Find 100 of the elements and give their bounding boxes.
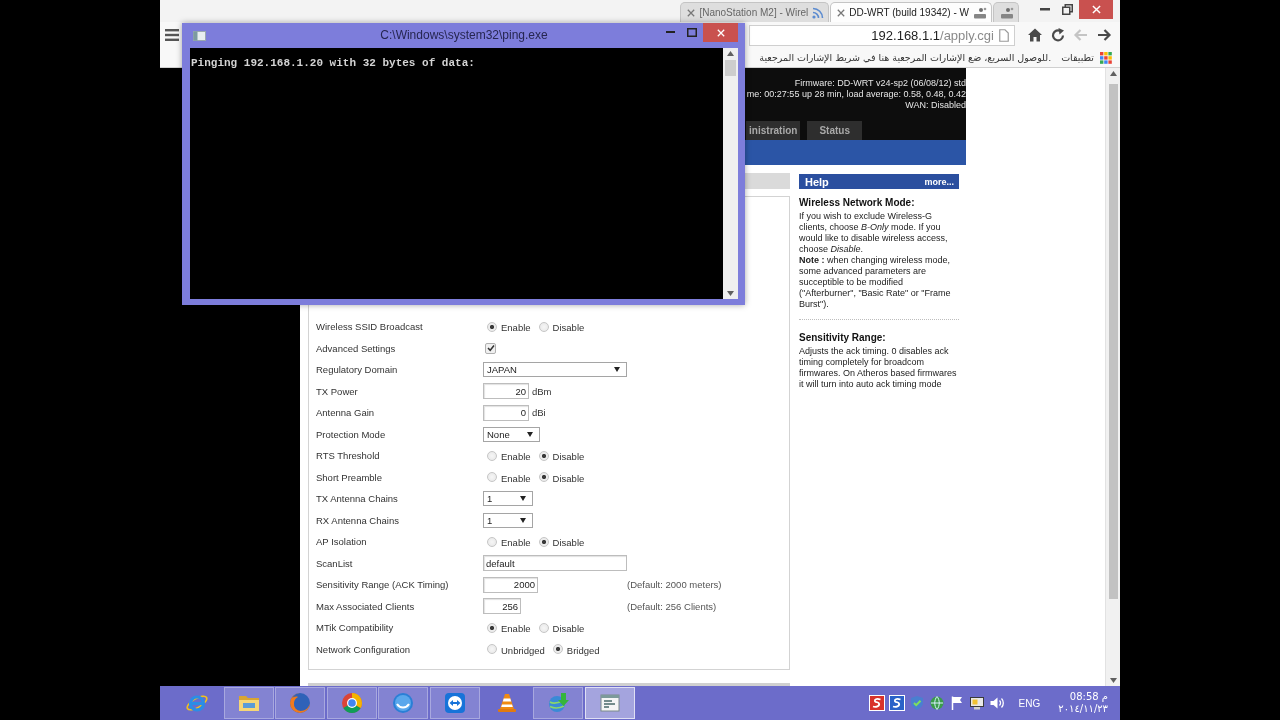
radio-button[interactable] bbox=[538, 622, 549, 633]
close-icon[interactable] bbox=[837, 8, 846, 17]
shield-check-icon[interactable] bbox=[908, 695, 925, 711]
menu-icon[interactable] bbox=[165, 29, 179, 41]
input-field[interactable]: 0 bbox=[483, 404, 529, 421]
reload-icon[interactable] bbox=[1049, 27, 1066, 43]
console-line: Pinging 192.168.1.20 with 32 bytes of data: bbox=[191, 57, 476, 70]
help-text: Adjusts the ack timing. 0 disables ack timing completely for broadcom firmwares. On Atheros based firmwares it will turn into auto ack timing mode bbox=[799, 346, 958, 390]
input-field[interactable]: default bbox=[483, 555, 627, 572]
scroll-down-icon[interactable] bbox=[1109, 678, 1117, 683]
help-text: Note : when changing wireless mode, some advanced parameters are succeptible to be modified ("Afterburner", "Basic Rate" or "Frame Burst"). bbox=[799, 255, 952, 310]
radio-button[interactable] bbox=[487, 644, 497, 655]
right-arrow-icon[interactable] bbox=[1095, 27, 1112, 43]
network-icon[interactable] bbox=[928, 695, 945, 711]
scrollbar[interactable] bbox=[723, 48, 738, 299]
page-icon[interactable] bbox=[999, 28, 1009, 42]
dropdown[interactable]: JAPAN bbox=[483, 362, 627, 378]
window-icon bbox=[193, 30, 206, 41]
setting-label: AP Isolation bbox=[316, 536, 367, 548]
taskbar-button[interactable] bbox=[326, 687, 377, 719]
globe-swirl-icon bbox=[288, 691, 313, 715]
option-label: Enable bbox=[501, 537, 531, 549]
option-label: Disable bbox=[552, 451, 585, 463]
speaker-icon[interactable] bbox=[988, 695, 1005, 711]
default-note: (Default: 256 Clients) bbox=[627, 600, 718, 612]
status-text: me: 00:27:55 up 28 min, load average: 0.58, 0.48, 0.42 bbox=[746, 89, 966, 100]
feed-icon bbox=[812, 6, 825, 19]
maximize-icon[interactable] bbox=[687, 27, 697, 37]
close-icon bbox=[716, 28, 725, 37]
caret-icon bbox=[520, 517, 526, 523]
unit-label: dBm bbox=[532, 385, 552, 397]
radio-button[interactable] bbox=[487, 622, 497, 633]
close-button[interactable] bbox=[1079, 0, 1113, 19]
dropdown[interactable]: None bbox=[483, 426, 540, 442]
input-field[interactable]: 2000 bbox=[483, 576, 538, 593]
dropdown[interactable]: 1 bbox=[483, 512, 533, 528]
taskbar-button[interactable] bbox=[584, 687, 635, 719]
more-link[interactable]: more... bbox=[924, 176, 954, 187]
bookmarks-hint: للوصول السريع، ضع الإشارات المرجعية هنا في شريط الإشارات المرجعية. bbox=[759, 52, 1052, 63]
input-field[interactable]: 20 bbox=[483, 383, 529, 400]
restore-icon[interactable] bbox=[1062, 3, 1073, 15]
caret-icon bbox=[520, 496, 526, 502]
tile-icon[interactable] bbox=[868, 695, 885, 711]
radio-button[interactable] bbox=[538, 450, 549, 461]
browser-tab[interactable]: DD-WRT (build 19342) - W bbox=[830, 2, 992, 22]
apps-link[interactable]: تطبيقات bbox=[1061, 52, 1094, 63]
scrollbar[interactable] bbox=[1105, 68, 1120, 686]
browser-tab[interactable]: [NanoStation M2] - Wirel bbox=[680, 2, 830, 22]
language-indicator[interactable]: ENG bbox=[1018, 697, 1041, 709]
disc-icon bbox=[391, 691, 416, 715]
dropdown[interactable]: 1 bbox=[483, 491, 533, 507]
logo-icon bbox=[973, 6, 987, 19]
monitor-icon[interactable] bbox=[968, 695, 985, 711]
setting-label: Wireless SSID Broadcast bbox=[316, 321, 423, 333]
status-text: Firmware: DD-WRT v24-sp2 (06/08/12) std bbox=[794, 78, 966, 89]
nav-tab[interactable]: Status bbox=[807, 121, 862, 140]
window-icon bbox=[597, 691, 622, 715]
apps-grid-icon[interactable] bbox=[1100, 51, 1112, 64]
nav-tab[interactable]: inistration bbox=[746, 121, 801, 140]
minimize-icon[interactable] bbox=[665, 31, 675, 33]
address-field[interactable]: 192.168.1.1/apply.cgi bbox=[749, 24, 1015, 46]
taskbar-button[interactable] bbox=[378, 687, 429, 719]
radio-button[interactable] bbox=[552, 644, 563, 655]
scroll-up-icon[interactable] bbox=[1109, 71, 1117, 76]
close-icon[interactable] bbox=[687, 8, 696, 17]
option-label: Enable bbox=[501, 451, 531, 463]
option-label: Disable bbox=[552, 472, 585, 484]
radio-button[interactable] bbox=[487, 536, 497, 547]
checkbox[interactable] bbox=[485, 342, 496, 354]
taskbar-button[interactable] bbox=[275, 687, 326, 719]
setting-label: ScanList bbox=[316, 557, 353, 569]
segmented-circle-icon bbox=[339, 691, 364, 715]
scroll-down-icon[interactable] bbox=[727, 291, 734, 296]
setting-label: Short Preamble bbox=[316, 471, 382, 483]
taskbar-button[interactable] bbox=[223, 687, 274, 719]
help-text: If you wish to exclude Wireless-G clients, choose B-Only mode. If you would like to disable wireless access, choose Disable. bbox=[799, 211, 949, 255]
home-icon[interactable] bbox=[1026, 27, 1043, 43]
radio-button[interactable] bbox=[487, 450, 497, 461]
radio-button[interactable] bbox=[538, 536, 549, 547]
radio-button[interactable] bbox=[538, 321, 549, 332]
scroll-up-icon[interactable] bbox=[727, 51, 734, 56]
status-text: WAN: Disabled bbox=[905, 100, 966, 111]
scrollbar-thumb[interactable] bbox=[725, 60, 736, 76]
radio-button[interactable] bbox=[487, 321, 497, 332]
clock-date[interactable]: ٢٠١٤/١١/٢٣ bbox=[1058, 703, 1108, 715]
globe-arrow-icon bbox=[546, 691, 571, 715]
caret-icon bbox=[527, 431, 533, 437]
minimize-icon[interactable] bbox=[1039, 7, 1050, 11]
input-field[interactable]: 256 bbox=[483, 598, 521, 615]
taskbar-button[interactable] bbox=[429, 687, 480, 719]
window-title: C:\Windows\system32\ping.exe bbox=[380, 27, 548, 44]
radio-button[interactable] bbox=[487, 472, 497, 483]
option-label: Disable bbox=[552, 537, 585, 549]
logo-icon bbox=[1000, 6, 1014, 19]
browser-tab[interactable] bbox=[993, 2, 1019, 22]
tile-icon[interactable] bbox=[888, 695, 905, 711]
radio-button[interactable] bbox=[538, 472, 549, 483]
option-label: Bridged bbox=[566, 644, 600, 656]
scrollbar-thumb[interactable] bbox=[1108, 84, 1118, 599]
clock-time[interactable]: 08:58 م bbox=[1069, 691, 1108, 703]
